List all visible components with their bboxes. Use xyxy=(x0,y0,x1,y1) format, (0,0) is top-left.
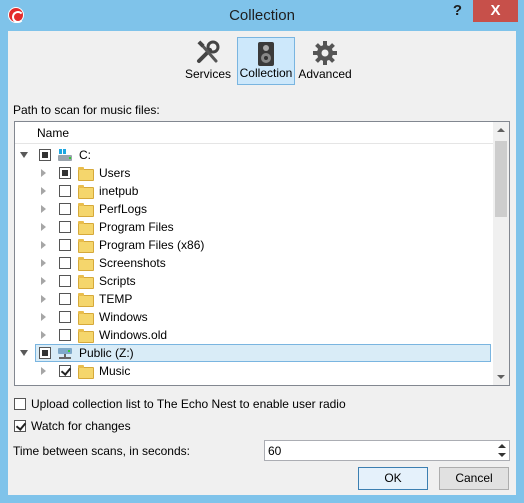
tree-checkbox[interactable] xyxy=(59,365,71,377)
tree-row-c-drive[interactable]: C: xyxy=(15,146,493,164)
folder-icon xyxy=(78,203,94,217)
tree-checkbox[interactable] xyxy=(59,203,71,215)
close-button[interactable]: X xyxy=(473,0,518,22)
tab-label: Services xyxy=(184,67,231,81)
tree-row-label: inetpub xyxy=(99,184,139,198)
tree-checkbox[interactable] xyxy=(59,185,71,197)
tree-checkbox[interactable] xyxy=(59,239,71,251)
expand-arrow-icon[interactable] xyxy=(41,277,46,285)
expand-arrow-icon[interactable] xyxy=(41,223,46,231)
tab-label: Collection xyxy=(239,66,293,80)
tree-row-label: Music xyxy=(99,364,131,378)
title-bar[interactable]: Collection ? X xyxy=(0,0,524,31)
cancel-button[interactable]: Cancel xyxy=(439,467,509,490)
folder-icon xyxy=(78,167,94,181)
tree-row-windows[interactable]: Windows xyxy=(15,308,493,326)
folder-icon xyxy=(78,329,94,343)
tab-services[interactable]: Services xyxy=(180,37,236,85)
column-header-label: Name xyxy=(37,126,70,140)
tree-checkbox[interactable] xyxy=(59,293,71,305)
tree-row-label: Users xyxy=(99,166,131,180)
tree-row-label: Screenshots xyxy=(99,256,166,270)
tree-checkbox[interactable] xyxy=(59,257,71,269)
path-label: Path to scan for music files: xyxy=(13,103,160,117)
folder-icon xyxy=(78,275,94,289)
tree-row-label: Program Files (x86) xyxy=(99,238,205,252)
tree-row-users[interactable]: Users xyxy=(15,164,493,182)
scroll-up-arrow-icon[interactable] xyxy=(493,122,509,139)
tree-checkbox[interactable] xyxy=(59,221,71,233)
scroll-down-arrow-icon[interactable] xyxy=(493,368,509,385)
watch-checkbox[interactable] xyxy=(14,420,26,432)
tools-icon xyxy=(197,40,220,63)
tree-row-inetpub[interactable]: inetpub xyxy=(15,182,493,200)
tree-row-label: C: xyxy=(79,148,91,162)
scan-interval-spinbox[interactable] xyxy=(264,440,510,461)
tree-row-windows-old[interactable]: Windows.old xyxy=(15,326,493,344)
tree-row-label: Public (Z:) xyxy=(79,346,134,360)
tree-row-program-files-x86[interactable]: Program Files (x86) xyxy=(15,236,493,254)
tree-row-label: PerfLogs xyxy=(99,202,148,216)
tree-scrollbar[interactable] xyxy=(493,122,509,385)
folder-icon xyxy=(78,365,94,379)
expand-arrow-icon[interactable] xyxy=(41,367,46,375)
tab-label: Advanced xyxy=(298,67,352,81)
expand-arrow-icon[interactable] xyxy=(41,205,46,213)
expand-arrow-icon[interactable] xyxy=(41,169,46,177)
tree-row-label: Scripts xyxy=(99,274,136,288)
folder-icon xyxy=(78,257,94,271)
tree-checkbox[interactable] xyxy=(59,167,71,179)
upload-checkbox[interactable] xyxy=(14,398,26,410)
tree-row-label: Program Files xyxy=(99,220,174,234)
tree-row-public-z[interactable]: Public (Z:) xyxy=(15,344,493,362)
folder-tree[interactable]: Name C: Users inetpub PerfLogs Program F… xyxy=(14,121,510,386)
tree-row-label: TEMP xyxy=(99,292,133,306)
tree-row-temp[interactable]: TEMP xyxy=(15,290,493,308)
spin-up-arrow-icon[interactable] xyxy=(495,441,509,450)
folder-icon xyxy=(78,221,94,235)
expand-arrow-icon[interactable] xyxy=(20,152,28,158)
expand-arrow-icon[interactable] xyxy=(20,350,28,356)
tab-collection[interactable]: Collection xyxy=(237,37,295,85)
gear-icon xyxy=(313,41,337,65)
expand-arrow-icon[interactable] xyxy=(41,241,46,249)
tree-row-label: Windows.old xyxy=(99,328,168,342)
tree-checkbox[interactable] xyxy=(39,347,51,359)
expand-arrow-icon[interactable] xyxy=(41,331,46,339)
tree-checkbox[interactable] xyxy=(59,275,71,287)
folder-icon xyxy=(78,239,94,253)
ok-button[interactable]: OK xyxy=(358,467,428,490)
expand-arrow-icon[interactable] xyxy=(41,313,46,321)
tree-row-label: Windows xyxy=(99,310,148,324)
tree-row-music[interactable]: Music xyxy=(15,362,493,380)
help-button[interactable]: ? xyxy=(443,0,472,22)
expand-arrow-icon[interactable] xyxy=(41,187,46,195)
tree-row-perflogs[interactable]: PerfLogs xyxy=(15,200,493,218)
network-drive-icon xyxy=(58,348,72,359)
tree-checkbox[interactable] xyxy=(59,311,71,323)
spin-down-arrow-icon[interactable] xyxy=(495,451,509,460)
tree-row-screenshots[interactable]: Screenshots xyxy=(15,254,493,272)
scan-interval-label: Time between scans, in seconds: xyxy=(13,444,190,458)
expand-arrow-icon[interactable] xyxy=(41,259,46,267)
tab-advanced[interactable]: Advanced xyxy=(296,37,354,85)
folder-icon xyxy=(78,293,94,307)
tree-checkbox[interactable] xyxy=(59,329,71,341)
scrollbar-thumb[interactable] xyxy=(495,141,507,217)
column-header-name[interactable]: Name xyxy=(15,122,493,144)
watch-label: Watch for changes xyxy=(31,419,131,433)
expand-arrow-icon[interactable] xyxy=(41,295,46,303)
hard-drive-icon xyxy=(58,149,72,161)
dialog-body: Services Collection Advanced Path to sca… xyxy=(8,31,516,495)
tree-row-scripts[interactable]: Scripts xyxy=(15,272,493,290)
tree-row-program-files[interactable]: Program Files xyxy=(15,218,493,236)
folder-icon xyxy=(78,185,94,199)
speaker-icon xyxy=(258,42,274,66)
collection-dialog: Collection ? X Services Collection Advan… xyxy=(0,0,524,503)
scan-interval-input[interactable] xyxy=(268,443,488,458)
upload-label: Upload collection list to The Echo Nest … xyxy=(31,397,346,411)
folder-icon xyxy=(78,311,94,325)
tree-checkbox[interactable] xyxy=(39,149,51,161)
